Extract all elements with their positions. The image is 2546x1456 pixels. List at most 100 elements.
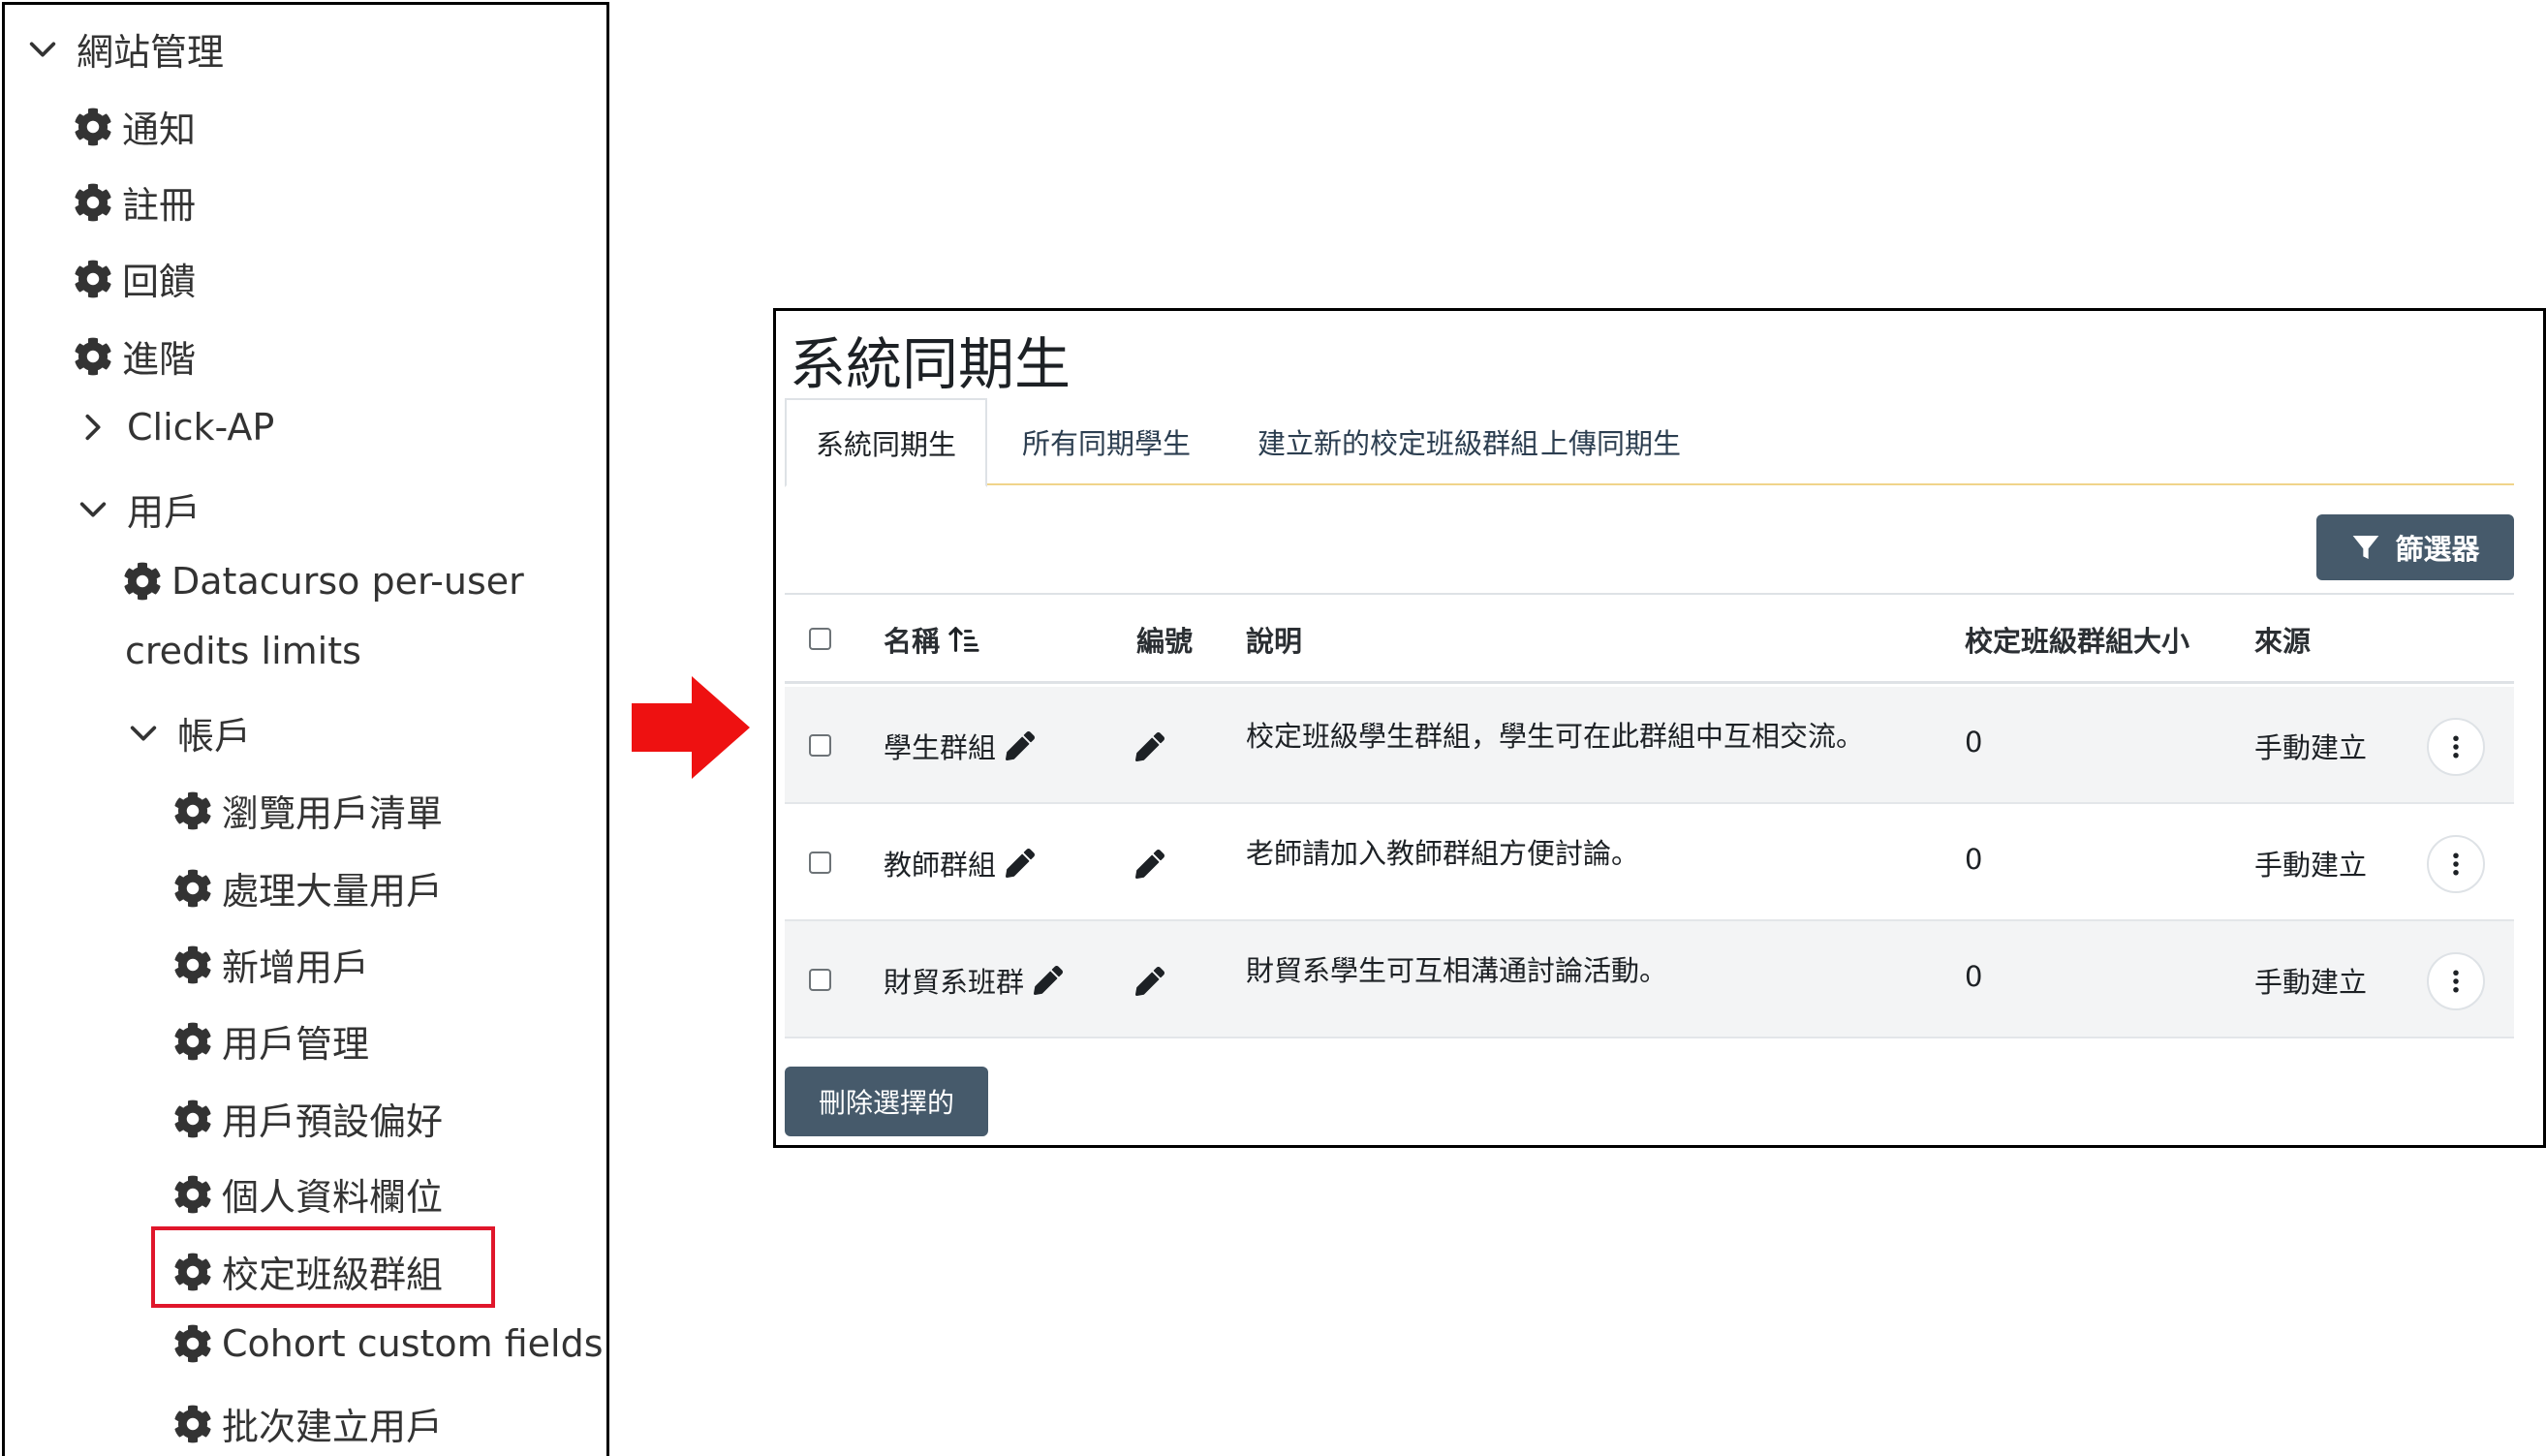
nav-notifications[interactable]: 通知 <box>74 100 196 153</box>
gear-icon <box>74 337 112 376</box>
column-header-name[interactable]: 名稱 <box>884 595 980 684</box>
nav-site-admin-label: 網站管理 <box>77 31 225 74</box>
actions-menu-button[interactable] <box>2427 718 2485 776</box>
column-header-name-label: 名稱 <box>884 625 941 658</box>
nav-browse-users-label: 瀏覽用戶清單 <box>222 792 444 835</box>
table-header: 名稱 編號 說明 校定班級群組大小 來源 <box>785 595 2514 684</box>
cohort-source: 手動建立 <box>2254 731 2368 764</box>
gear-icon <box>74 183 112 222</box>
cohort-source: 手動建立 <box>2254 966 2368 999</box>
sort-ascending-icon <box>948 627 979 652</box>
nav-datacurso-label-line1: Datacurso per-user <box>171 560 524 603</box>
nav-add-user[interactable]: 新增用戶 <box>173 938 369 991</box>
cohort-name: 財貿系班群 <box>884 960 1063 1001</box>
cohorts-page: 系統同期生 系統同期生 所有同期學生 建立新的校定班級群組 上傳同期生 篩選器 … <box>773 308 2546 1148</box>
gear-icon <box>173 1100 212 1138</box>
cohort-size: 0 <box>1965 726 1983 759</box>
cohort-description: 校定班級學生群組，學生可在此群組中互相交流。 <box>1246 720 1865 753</box>
nav-user-management-label: 用戶管理 <box>222 1023 370 1066</box>
nav-bulk-users[interactable]: 處理大量用戶 <box>173 861 443 914</box>
nav-user-default-prefs-label: 用戶預設偏好 <box>222 1100 444 1143</box>
tab-bar: 系統同期生 所有同期學生 建立新的校定班級群組 上傳同期生 <box>785 398 2514 487</box>
nav-accounts[interactable]: 帳戶 <box>127 706 251 759</box>
nav-user-default-prefs[interactable]: 用戶預設偏好 <box>173 1092 443 1145</box>
nav-feedback[interactable]: 回饋 <box>74 252 196 305</box>
row-checkbox[interactable] <box>809 734 831 757</box>
cohort-name-label: 學生群組 <box>884 731 997 764</box>
nav-site-admin[interactable]: 網站管理 <box>26 22 224 76</box>
filter-button[interactable]: 篩選器 <box>2316 514 2514 580</box>
cohort-name-label: 教師群組 <box>884 849 997 882</box>
nav-upload-users[interactable]: 批次建立用戶 <box>173 1397 443 1450</box>
gear-icon <box>173 1324 212 1363</box>
nav-feedback-label: 回饋 <box>122 261 197 303</box>
nav-upload-users-label: 批次建立用戶 <box>222 1406 444 1448</box>
cohort-size: 0 <box>1965 843 1983 876</box>
gear-icon <box>74 260 112 298</box>
column-header-size: 校定班級群組大小 <box>1965 625 2190 658</box>
chevron-right-icon <box>77 411 109 444</box>
chevron-down-icon <box>127 717 160 750</box>
gear-icon <box>173 791 212 830</box>
column-header-source: 來源 <box>2254 625 2312 658</box>
edit-pencil-icon[interactable] <box>1135 850 1164 879</box>
edit-pencil-icon[interactable] <box>1006 731 1035 760</box>
gear-icon <box>123 562 162 601</box>
nav-users-label: 用戶 <box>127 491 202 534</box>
select-all-checkbox[interactable] <box>809 628 831 650</box>
nav-profile-fields[interactable]: 個人資料欄位 <box>173 1167 443 1221</box>
delete-selected-button[interactable]: 刪除選擇的 <box>785 1067 988 1136</box>
table-row: 教師群組 老師請加入教師群組方便討論。 0 手動建立 <box>785 804 2514 921</box>
nav-click-ap[interactable]: Click-AP <box>77 406 274 449</box>
gear-icon <box>173 945 212 984</box>
nav-cohort-custom-fields-label: Cohort custom fields <box>222 1322 604 1365</box>
kebab-menu-icon <box>2453 852 2459 876</box>
nav-accounts-label: 帳戶 <box>177 715 252 758</box>
cohort-description: 財貿系學生可互相溝通討論活動。 <box>1246 954 1668 987</box>
tab-upload-cohorts[interactable]: 上傳同期生 <box>1540 398 1681 485</box>
column-header-description: 說明 <box>1246 625 1303 658</box>
nav-click-ap-label: Click-AP <box>127 406 275 449</box>
filter-icon <box>2353 536 2379 559</box>
arrow-right-icon <box>632 676 750 779</box>
table-row: 學生群組 校定班級學生群組，學生可在此群組中互相交流。 0 手動建立 <box>785 687 2514 804</box>
site-admin-nav: 網站管理 通知 註冊 回饋 進階 Click-AP 用戶 Datacurso p… <box>2 2 609 1456</box>
nav-advanced-label: 進階 <box>122 338 197 381</box>
page-title: 系統同期生 <box>790 331 1071 397</box>
nav-notifications-label: 通知 <box>122 108 197 151</box>
nav-add-user-label: 新增用戶 <box>222 946 370 989</box>
nav-datacurso[interactable]: Datacurso per-user <box>123 560 524 603</box>
cohort-size: 0 <box>1965 960 1983 993</box>
nav-user-management[interactable]: 用戶管理 <box>173 1014 369 1068</box>
cohort-source: 手動建立 <box>2254 849 2368 882</box>
nav-cohort-custom-fields[interactable]: Cohort custom fields <box>173 1322 604 1365</box>
nav-cohorts[interactable]: 校定班級群組 <box>173 1245 443 1298</box>
nav-users[interactable]: 用戶 <box>77 482 201 536</box>
actions-menu-button[interactable] <box>2427 952 2485 1010</box>
gear-icon <box>173 1022 212 1061</box>
tab-all-cohorts[interactable]: 所有同期學生 <box>1022 398 1191 485</box>
row-checkbox[interactable] <box>809 852 831 874</box>
nav-bulk-users-label: 處理大量用戶 <box>222 870 444 913</box>
nav-browse-users[interactable]: 瀏覽用戶清單 <box>173 784 443 837</box>
gear-icon <box>173 1253 212 1291</box>
column-header-idnumber: 編號 <box>1136 625 1194 658</box>
nav-advanced[interactable]: 進階 <box>74 329 196 383</box>
nav-registration-label: 註冊 <box>122 184 197 227</box>
cohort-name: 教師群組 <box>884 843 1035 883</box>
edit-pencil-icon[interactable] <box>1034 966 1063 995</box>
kebab-menu-icon <box>2453 735 2459 759</box>
edit-pencil-icon[interactable] <box>1006 849 1035 878</box>
nav-cohorts-label: 校定班級群組 <box>222 1254 444 1296</box>
edit-pencil-icon[interactable] <box>1135 732 1164 761</box>
kebab-menu-icon <box>2453 970 2459 993</box>
actions-menu-button[interactable] <box>2427 835 2485 893</box>
nav-datacurso-label-line2[interactable]: credits limits <box>125 630 361 672</box>
chevron-down-icon <box>26 33 59 66</box>
edit-pencil-icon[interactable] <box>1135 967 1164 996</box>
gear-icon <box>173 1405 212 1443</box>
row-checkbox[interactable] <box>809 969 831 991</box>
nav-registration[interactable]: 註冊 <box>74 175 196 229</box>
tab-add-cohort[interactable]: 建立新的校定班級群組 <box>1257 398 1538 485</box>
tab-system-cohorts[interactable]: 系統同期生 <box>785 398 988 487</box>
